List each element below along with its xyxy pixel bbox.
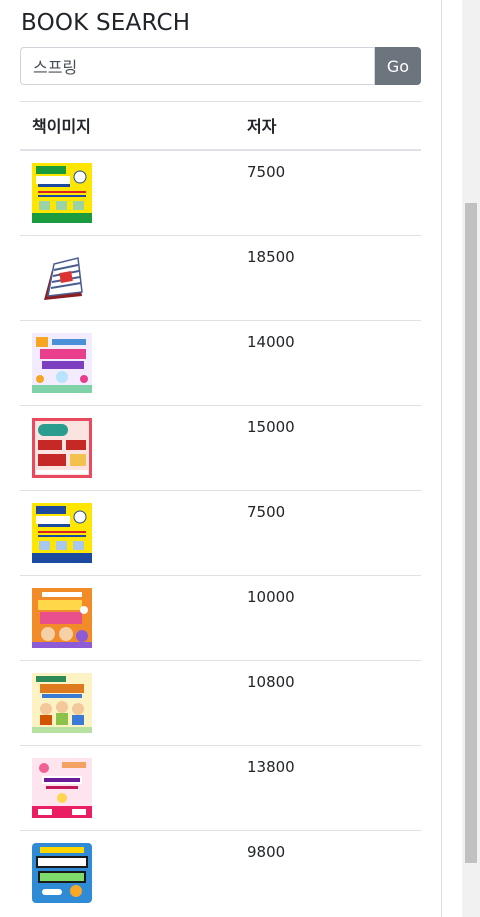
price-cell: 9800 (235, 829, 421, 915)
cover-cell (20, 744, 235, 830)
go-button[interactable]: Go (375, 47, 421, 85)
orange-comic-book-cover[interactable] (32, 587, 92, 648)
price-cell: 7500 (235, 489, 421, 575)
price-cell: 7500 (235, 149, 421, 235)
table-row[interactable]: 14000 (20, 319, 421, 405)
cover-cell (20, 829, 235, 915)
table-row[interactable]: 10800 (20, 659, 421, 745)
table-row[interactable]: 7500 (20, 489, 421, 575)
page: BOOK SEARCH Go 책이미지 저자 (0, 0, 441, 917)
sudoku-blue-book-cover[interactable] (32, 502, 92, 563)
price-cell: 18500 (235, 234, 421, 320)
search-bar: Go (20, 47, 421, 85)
results-table: 책이미지 저자 7500 18500 14000 15000 7500 1000… (20, 101, 421, 915)
kids-cartoon-book-cover[interactable] (32, 672, 92, 733)
table-header-row: 책이미지 저자 (20, 101, 421, 151)
price-cell: 14000 (235, 319, 421, 405)
cover-cell (20, 489, 235, 575)
column-header-image: 책이미지 (20, 101, 235, 151)
table-row[interactable]: 15000 (20, 404, 421, 490)
cover-cell (20, 574, 235, 660)
daily-365-book-cover[interactable] (32, 417, 92, 478)
column-header-author: 저자 (235, 101, 421, 151)
scroll-thumb[interactable] (465, 203, 477, 863)
cover-cell (20, 149, 235, 235)
phonics-sound-book-cover[interactable] (32, 332, 92, 393)
table-row[interactable]: 7500 (20, 149, 421, 235)
page-title: BOOK SEARCH (21, 10, 191, 36)
content: BOOK SEARCH Go 책이미지 저자 (20, 0, 421, 915)
table-row[interactable]: 13800 (20, 744, 421, 830)
search-input[interactable] (20, 47, 375, 85)
panel-divider (441, 0, 442, 917)
phonics-pink-book-cover[interactable] (32, 757, 92, 818)
scrollbar[interactable] (462, 0, 480, 917)
table-row[interactable]: 18500 (20, 234, 421, 320)
sudoku-yellow-book-cover[interactable] (32, 162, 92, 223)
crossword-blue-book-cover[interactable] (32, 842, 92, 903)
price-cell: 10000 (235, 574, 421, 660)
cover-cell (20, 404, 235, 490)
cover-cell (20, 659, 235, 745)
desk-calendar-book-cover[interactable] (32, 247, 92, 308)
cover-cell (20, 234, 235, 320)
table-row[interactable]: 10000 (20, 574, 421, 660)
price-cell: 10800 (235, 659, 421, 745)
table-row[interactable]: 9800 (20, 829, 421, 915)
price-cell: 13800 (235, 744, 421, 830)
price-cell: 15000 (235, 404, 421, 490)
cover-cell (20, 319, 235, 405)
